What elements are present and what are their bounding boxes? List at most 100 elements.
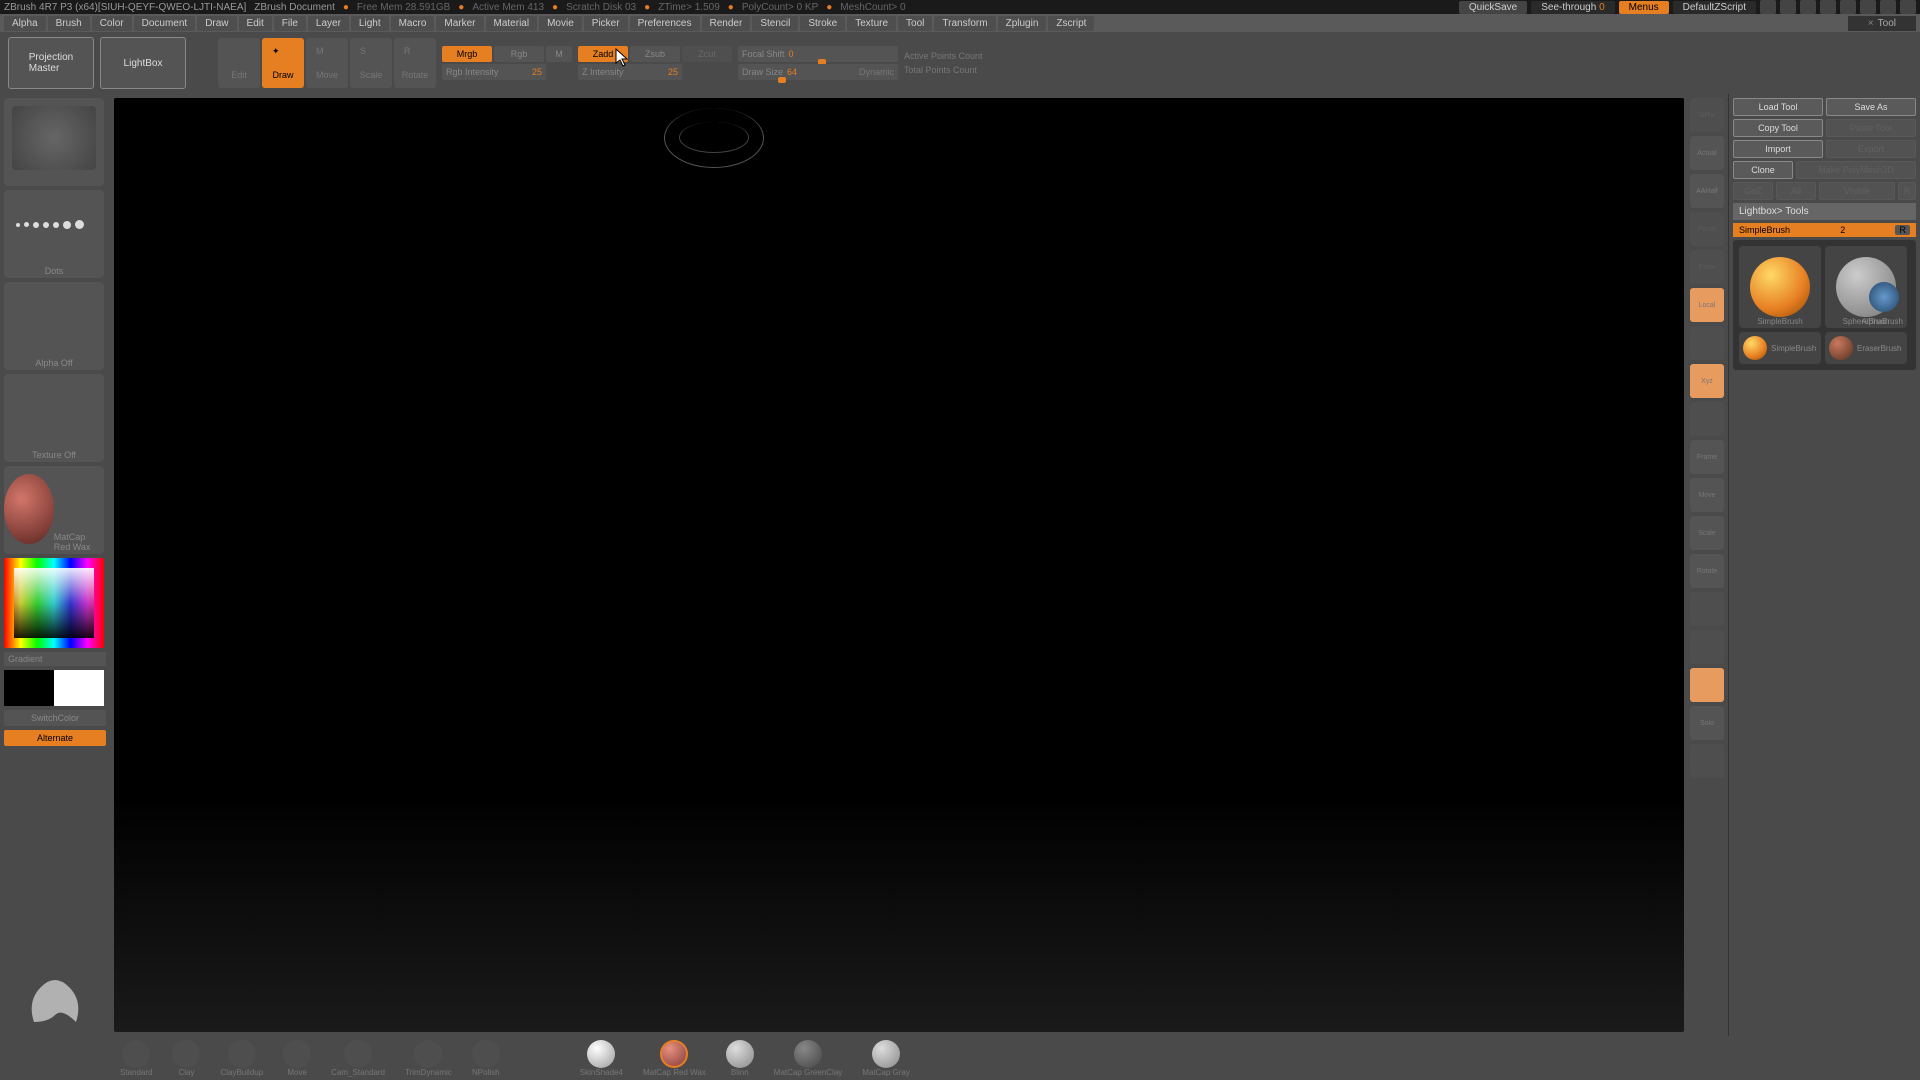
xpose-button[interactable]: [1690, 744, 1724, 778]
tool-simplebrush[interactable]: SimpleBrush: [1739, 246, 1821, 328]
brush-claybuildup[interactable]: ClayBuildup: [220, 1040, 263, 1077]
canvas[interactable]: [114, 98, 1684, 1032]
menu-tool[interactable]: Tool: [898, 16, 932, 31]
switchcolor-button[interactable]: SwitchColor: [4, 710, 106, 726]
window-icon-5[interactable]: [1840, 0, 1856, 14]
move-canvas-button[interactable]: Move: [1690, 478, 1724, 512]
window-icon-4[interactable]: [1820, 0, 1836, 14]
mat-blinn[interactable]: Blinn: [726, 1040, 754, 1077]
menu-texture[interactable]: Texture: [847, 16, 896, 31]
goz-visible-button[interactable]: Visible: [1819, 182, 1895, 200]
menu-marker[interactable]: Marker: [436, 16, 483, 31]
menu-draw[interactable]: Draw: [197, 16, 236, 31]
menu-picker[interactable]: Picker: [584, 16, 628, 31]
aahalf-button[interactable]: AAHalf: [1690, 174, 1724, 208]
rotate-mode-button[interactable]: RRotate: [394, 38, 436, 88]
mat-greenclay[interactable]: MatCap GreenClay: [774, 1040, 842, 1077]
tool-name-header[interactable]: SimpleBrush2R: [1733, 223, 1916, 237]
window-icon-3[interactable]: [1800, 0, 1816, 14]
brush-trimdynamic[interactable]: TrimDynamic: [405, 1040, 452, 1077]
local-button[interactable]: Local: [1690, 288, 1724, 322]
menu-layer[interactable]: Layer: [308, 16, 349, 31]
seethrough-slider[interactable]: See-through 0: [1531, 1, 1614, 14]
menu-file[interactable]: File: [274, 16, 306, 31]
zadd-button[interactable]: Zadd: [578, 46, 628, 62]
menu-zscript[interactable]: Zscript: [1048, 16, 1094, 31]
script-button[interactable]: DefaultZScript: [1673, 1, 1756, 14]
zoom-button[interactable]: [1690, 402, 1724, 436]
goz-all-button[interactable]: All: [1776, 182, 1816, 200]
focal-shift-slider[interactable]: Focal Shift0: [738, 46, 898, 62]
scale-canvas-button[interactable]: Scale: [1690, 516, 1724, 550]
brush-standard[interactable]: Standard: [120, 1040, 152, 1077]
stroke-slot[interactable]: Dots: [4, 190, 104, 278]
make-polymesh-button[interactable]: Make PolyMesh3D: [1796, 161, 1916, 179]
menus-button[interactable]: Menus: [1619, 1, 1669, 14]
menu-material[interactable]: Material: [486, 16, 538, 31]
brush-move[interactable]: Move: [283, 1040, 311, 1077]
brush-slot[interactable]: [4, 98, 104, 186]
zsub-button[interactable]: Zsub: [630, 46, 680, 62]
alternate-button[interactable]: Alternate: [4, 730, 106, 746]
goz-button[interactable]: GoZ: [1733, 182, 1773, 200]
move-mode-button[interactable]: MMove: [306, 38, 348, 88]
paste-tool-button[interactable]: Paste Tool: [1826, 119, 1916, 137]
menu-stencil[interactable]: Stencil: [752, 16, 798, 31]
tool-eraserbrush[interactable]: EraserBrush: [1825, 332, 1907, 364]
z-intensity-slider[interactable]: Z Intensity25: [578, 64, 682, 80]
mrgb-button[interactable]: Mrgb: [442, 46, 492, 62]
alpha-slot[interactable]: Alpha Off: [4, 282, 104, 370]
floor-button[interactable]: Floor: [1690, 250, 1724, 284]
mat-gray[interactable]: MatCap Gray: [862, 1040, 910, 1077]
import-button[interactable]: Import: [1733, 140, 1823, 158]
transp-button[interactable]: [1690, 668, 1724, 702]
window-icon-2[interactable]: [1780, 0, 1796, 14]
menu-color[interactable]: Color: [92, 16, 132, 31]
minimize-icon[interactable]: [1860, 0, 1876, 14]
close-icon[interactable]: [1900, 0, 1916, 14]
brush-npolish[interactable]: NPolish: [472, 1040, 500, 1077]
menu-transform[interactable]: Transform: [934, 16, 995, 31]
menu-brush[interactable]: Brush: [48, 16, 90, 31]
menu-stroke[interactable]: Stroke: [800, 16, 845, 31]
spix-button[interactable]: SPix: [1690, 98, 1724, 132]
menu-movie[interactable]: Movie: [539, 16, 582, 31]
load-tool-button[interactable]: Load Tool: [1733, 98, 1823, 116]
gradient-label[interactable]: Gradient: [4, 652, 106, 666]
export-button[interactable]: Export: [1826, 140, 1916, 158]
zcut-button[interactable]: Zcut: [682, 46, 732, 62]
edit-mode-button[interactable]: Edit: [218, 38, 260, 88]
lightbox-button[interactable]: LightBox: [100, 37, 186, 89]
tool-spherebrush[interactable]: SphereBrushAlphaBrush: [1825, 246, 1907, 328]
copy-tool-button[interactable]: Copy Tool: [1733, 119, 1823, 137]
persp-button[interactable]: Persp: [1690, 212, 1724, 246]
quicksave-button[interactable]: QuickSave: [1459, 1, 1527, 14]
rgb-intensity-slider[interactable]: Rgb Intensity25: [442, 64, 546, 80]
xyz-button[interactable]: Xyz: [1690, 364, 1724, 398]
actual-button[interactable]: Actual: [1690, 136, 1724, 170]
window-icon-1[interactable]: [1760, 0, 1776, 14]
projection-master-button[interactable]: Projection Master: [8, 37, 94, 89]
menu-alpha[interactable]: Alpha: [4, 16, 46, 31]
frame-button[interactable]: Frame: [1690, 440, 1724, 474]
brush-cam-standard[interactable]: Cam_Standard: [331, 1040, 385, 1077]
rgb-button[interactable]: Rgb: [494, 46, 544, 62]
color-swatches[interactable]: [4, 670, 106, 706]
m-button[interactable]: M: [546, 46, 572, 62]
brush-clay[interactable]: Clay: [172, 1040, 200, 1077]
draw-size-slider[interactable]: Draw Size64Dynamic: [738, 64, 898, 80]
tool-simplebrush-small[interactable]: SimpleBrush: [1739, 332, 1821, 364]
menu-zplugin[interactable]: Zplugin: [998, 16, 1047, 31]
texture-slot[interactable]: Texture Off: [4, 374, 104, 462]
menu-document[interactable]: Document: [134, 16, 196, 31]
menu-preferences[interactable]: Preferences: [630, 16, 700, 31]
save-as-button[interactable]: Save As: [1826, 98, 1916, 116]
grid-button[interactable]: [1690, 592, 1724, 626]
material-slot[interactable]: MatCap Red Wax: [4, 466, 104, 554]
scale-mode-button[interactable]: SScale: [350, 38, 392, 88]
lock3d-button[interactable]: [1690, 326, 1724, 360]
color-picker[interactable]: [4, 558, 104, 648]
menu-macro[interactable]: Macro: [391, 16, 435, 31]
menu-light[interactable]: Light: [351, 16, 389, 31]
mat-skinshade[interactable]: SkinShade4: [580, 1040, 623, 1077]
